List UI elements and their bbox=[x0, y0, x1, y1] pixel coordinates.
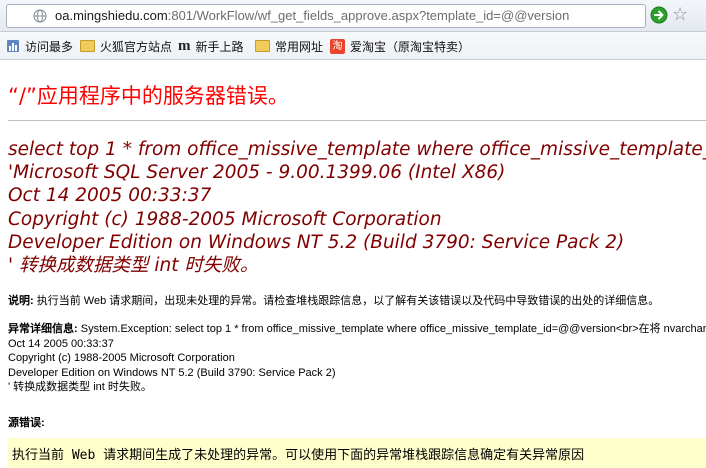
error-line: Developer Edition on Windows NT 5.2 (Bui… bbox=[8, 231, 625, 253]
error-line: 'Microsoft SQL Server 2005 - 9.00.1399.0… bbox=[8, 162, 506, 184]
m-logo-icon: m bbox=[178, 37, 191, 54]
go-arrow-icon[interactable] bbox=[650, 6, 668, 24]
exception-details: 异常详细信息: System.Exception: select top 1 *… bbox=[8, 322, 706, 395]
divider bbox=[8, 120, 706, 121]
page-title: “/”应用程序中的服务器错误。 bbox=[8, 84, 289, 108]
url-host: oa.mingshiedu.com bbox=[55, 8, 168, 23]
star-icon[interactable]: ☆ bbox=[672, 5, 688, 25]
bookmark-common-sites[interactable]: 常用网址 bbox=[255, 32, 323, 60]
bookmark-ai-taobao[interactable]: 淘 爱淘宝（原淘宝特卖） bbox=[330, 32, 470, 60]
error-line: select top 1 * from office_missive_templ… bbox=[8, 139, 706, 160]
source-error-label: 源错误: bbox=[8, 417, 45, 429]
error-line: ' 转换成数据类型 int 时失败。 bbox=[8, 255, 259, 277]
taobao-icon: 淘 bbox=[330, 38, 345, 54]
address-bar: oa.mingshiedu.com:801/WorkFlow/wf_get_fi… bbox=[0, 0, 706, 32]
error-line: Oct 14 2005 00:33:37 bbox=[8, 185, 212, 207]
folder-icon bbox=[80, 40, 95, 52]
bookmark-label: 爱淘宝（原淘宝特卖） bbox=[350, 39, 471, 54]
exception-line: Developer Edition on Windows NT 5.2 (Bui… bbox=[8, 366, 336, 379]
bookmark-label: 新手上路 bbox=[195, 39, 244, 54]
bookmark-getting-started[interactable]: m 新手上路 bbox=[178, 32, 244, 60]
description-text: 执行当前 Web 请求期间，出现未处理的异常。请检查堆栈跟踪信息，以了解有关该错… bbox=[33, 295, 660, 307]
url-path: :801/WorkFlow/wf_get_fields_approve.aspx… bbox=[167, 8, 570, 23]
exception-line: Copyright (c) 1988-2005 Microsoft Corpor… bbox=[8, 352, 235, 365]
exception-line: Oct 14 2005 00:33:37 bbox=[8, 337, 114, 350]
error-line: Copyright (c) 1988-2005 Microsoft Corpor… bbox=[8, 208, 442, 230]
folder-icon bbox=[255, 40, 270, 52]
exception-line: System.Exception: select top 1 * from of… bbox=[77, 323, 706, 335]
source-error-box: 执行当前 Web 请求期间生成了未处理的异常。可以使用下面的异常堆栈跟踪信息确定… bbox=[8, 438, 706, 468]
source-error-text: 执行当前 Web 请求期间生成了未处理的异常。可以使用下面的异常堆栈跟踪信息确定… bbox=[12, 448, 585, 463]
page-content: “/”应用程序中的服务器错误。 select top 1 * from offi… bbox=[0, 60, 706, 468]
globe-icon bbox=[33, 9, 47, 23]
url-text[interactable]: oa.mingshiedu.com:801/WorkFlow/wf_get_fi… bbox=[55, 8, 569, 24]
exception-label: 异常详细信息: bbox=[8, 323, 78, 335]
error-message: select top 1 * from office_missive_templ… bbox=[8, 138, 706, 277]
bookmark-firefox-site[interactable]: 火狐官方站点 bbox=[80, 32, 172, 60]
description-label: 说明: bbox=[8, 295, 34, 307]
bookmark-most-visited[interactable]: 访问最多 bbox=[6, 32, 73, 60]
bookmark-label: 常用网址 bbox=[275, 39, 324, 54]
bookmark-label: 火狐官方站点 bbox=[100, 39, 173, 54]
bookmark-label: 访问最多 bbox=[25, 39, 74, 54]
exception-line: ' 转换成数据类型 int 时失败。 bbox=[8, 381, 152, 394]
most-visited-icon bbox=[7, 40, 19, 52]
description: 说明: 执行当前 Web 请求期间，出现未处理的异常。请检查堆栈跟踪信息，以了解… bbox=[8, 292, 659, 308]
bookmarks-toolbar: 访问最多 火狐官方站点 m 新手上路 常用网址 淘 爱淘宝（原淘宝特卖） bbox=[0, 32, 706, 60]
